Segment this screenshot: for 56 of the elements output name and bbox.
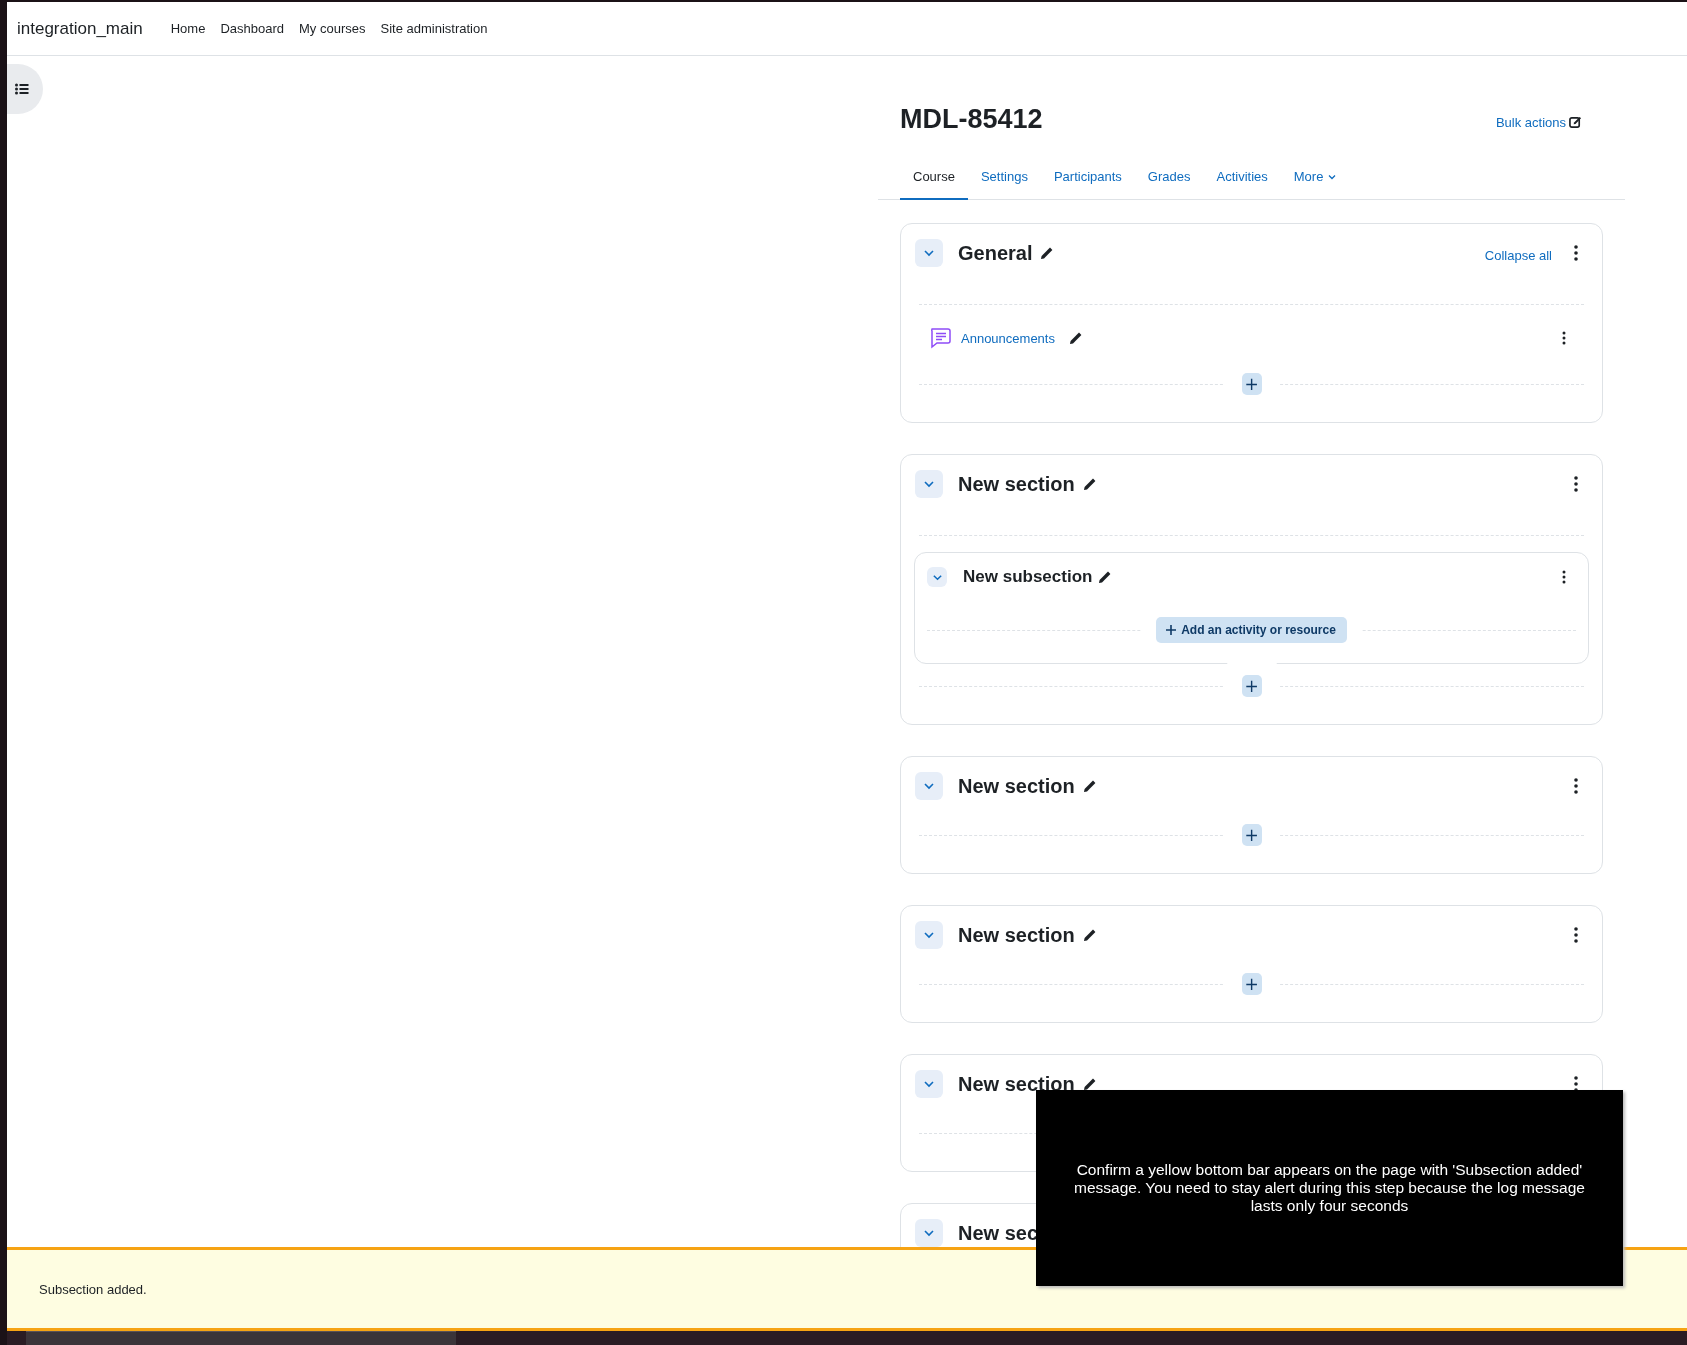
kebab-menu-icon[interactable] <box>1574 778 1578 794</box>
instruction-text: Confirm a yellow bottom bar appears on the page with 'Subsection added' message. You need to stay alert during this step because the log message lasts only four seconds <box>1073 1161 1586 1215</box>
kebab-menu-icon[interactable] <box>1574 1076 1578 1092</box>
list-icon <box>15 83 29 95</box>
pencil-icon[interactable] <box>1082 477 1097 491</box>
chevron-icon <box>923 1078 935 1090</box>
nav-link[interactable]: Dashboard <box>220 21 284 36</box>
kebab-menu-icon[interactable] <box>1574 476 1578 492</box>
section-title: New section <box>958 923 1075 947</box>
notification-message: Subsection added. <box>39 1281 147 1297</box>
chevron-icon <box>923 929 935 941</box>
collapse-toggle[interactable] <box>915 470 943 498</box>
course-tab[interactable]: Settings <box>967 155 1041 200</box>
kebab-menu-icon[interactable] <box>1562 570 1566 584</box>
course-tab[interactable]: Course <box>900 155 968 200</box>
nav-link[interactable]: Home <box>170 21 206 36</box>
collapse-toggle[interactable] <box>915 239 943 267</box>
course-tab[interactable]: More <box>1280 155 1350 200</box>
kebab-menu-icon[interactable] <box>1574 927 1578 943</box>
pencil-icon[interactable] <box>1082 928 1097 942</box>
section-title: New section <box>958 1072 1075 1096</box>
course-tab[interactable]: Grades <box>1134 155 1204 200</box>
nav-link[interactable]: Site administration <box>380 21 488 36</box>
subsection-title: New subsection <box>963 567 1093 587</box>
course-tab[interactable]: Participants <box>1040 155 1135 200</box>
collapse-toggle[interactable] <box>927 567 947 587</box>
section-title: New section <box>958 472 1075 496</box>
pencil-icon[interactable] <box>1068 331 1083 345</box>
chevron-icon <box>923 247 935 259</box>
course-index-toggle[interactable] <box>7 64 43 114</box>
collapse-all-link[interactable]: Collapse all <box>1484 247 1552 263</box>
plus-icon <box>1166 625 1177 635</box>
collapse-toggle[interactable] <box>915 772 943 800</box>
kebab-menu-icon[interactable] <box>1562 331 1566 345</box>
course-title: MDL-85412 <box>900 103 1044 135</box>
collapse-toggle[interactable] <box>915 1070 943 1098</box>
pencil-icon[interactable] <box>1040 246 1055 260</box>
kebab-menu-icon[interactable] <box>1574 245 1578 261</box>
speech-bubble-icon <box>929 327 951 349</box>
section-title: New section <box>958 774 1075 798</box>
bulk-actions-link[interactable]: Bulk actions <box>1495 114 1582 130</box>
activity-link[interactable]: Announcements <box>961 330 1055 346</box>
collapse-toggle[interactable] <box>915 921 943 949</box>
chevron-icon <box>923 1227 935 1239</box>
nav-link[interactable]: My courses <box>299 21 366 36</box>
section-title: General <box>958 241 1033 265</box>
caret-icon <box>1328 173 1337 180</box>
edit-square-icon <box>1569 115 1582 129</box>
chevron-icon <box>923 780 935 792</box>
chevron-icon <box>923 478 935 490</box>
course-tab[interactable]: Activities <box>1203 155 1281 200</box>
pencil-icon[interactable] <box>1098 570 1113 584</box>
collapse-toggle[interactable] <box>915 1219 943 1247</box>
site-name[interactable]: integration_main <box>17 18 143 39</box>
pencil-icon[interactable] <box>1082 779 1097 793</box>
section-title: New sec <box>958 1221 1039 1245</box>
